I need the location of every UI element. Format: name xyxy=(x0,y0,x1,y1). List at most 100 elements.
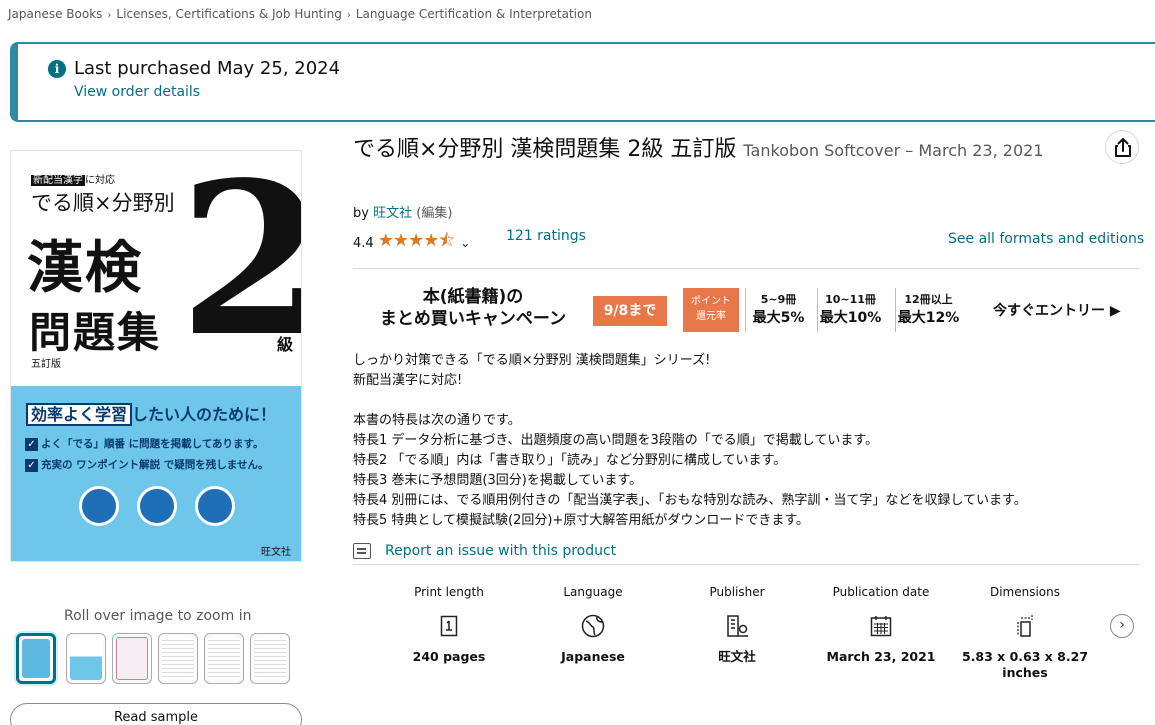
detail-publisher: Publisher 旺文社 xyxy=(665,585,809,665)
cover-title-line1: 漢検 xyxy=(27,235,143,301)
breadcrumb-separator-icon: › xyxy=(107,10,112,21)
cover-feature-1-text: よく「でる」順番 に問題を掲載してあります。 xyxy=(41,438,264,450)
cover-edition: 五訂版 xyxy=(31,359,61,370)
campaign-title-line1: 本(紙書籍)の xyxy=(422,287,524,307)
thumbnail-1[interactable] xyxy=(16,633,56,684)
tier-count: 10~11冊 xyxy=(825,293,876,306)
detail-label: Dimensions xyxy=(989,585,1061,599)
breadcrumb-separator-icon: › xyxy=(346,10,351,21)
book-icon xyxy=(195,486,235,526)
detail-label: Publication date xyxy=(832,585,930,599)
author-role: (編集) xyxy=(416,206,453,221)
tier-count: 5~9冊 xyxy=(760,293,797,306)
cover-banner: 効率よく学習 したい人のために！ xyxy=(26,401,277,426)
feedback-icon xyxy=(353,543,371,559)
share-button[interactable] xyxy=(1105,130,1139,164)
star-rating-icon: ★★★★⯪ xyxy=(377,230,456,251)
thumbnail-2[interactable] xyxy=(66,633,106,684)
cover-feature-2-text: 充実の ワンポイント解説 で疑問を残しません。 xyxy=(41,459,269,471)
cover-badge: 新配当漢字 に対応 xyxy=(31,171,115,186)
detail-publication-date: Publication date March 23, 2021 xyxy=(809,585,953,665)
thumbnail-image xyxy=(162,637,194,680)
detail-label: Publisher xyxy=(709,585,765,599)
detail-print-length: Print length 240 pages xyxy=(377,585,521,665)
campaign-until: 9/8まで xyxy=(593,296,667,326)
check-icon: ✓ xyxy=(25,459,38,472)
book-cover-image[interactable]: 新配当漢字に対応 でる順×分野別 漢検 問題集 五訂版 2 級 効率よく学習した… xyxy=(10,150,302,562)
download-icon xyxy=(79,486,119,526)
campaign-tier-2: 10~11冊 最大10% xyxy=(817,288,883,332)
cover-banner-box: 効率よく学習 xyxy=(26,403,133,426)
divider xyxy=(353,268,1139,269)
report-issue-link[interactable]: Report an issue with this product xyxy=(385,543,616,559)
report-issue[interactable]: Report an issue with this product xyxy=(353,543,616,559)
campaign-tier-3: 12冊以上最大12% xyxy=(895,288,961,332)
read-sample-button[interactable]: Read sample xyxy=(10,703,302,725)
tier-count: 12冊以上 xyxy=(904,293,953,306)
product-description: しっかり対策できる「でる順×分野別 漢検問題集」シリーズ! 新配当漢字に対応! … xyxy=(353,353,1027,528)
thumbnail-image xyxy=(208,637,240,680)
cover-publisher: 旺文社 xyxy=(261,547,291,558)
calendar-icon xyxy=(868,613,894,639)
thumbnail-image xyxy=(254,637,286,680)
thumbnail-image xyxy=(70,637,102,680)
thumbnail-image xyxy=(22,639,50,678)
product-format: Tankobon Softcover – March 23, 2021 xyxy=(743,141,1044,160)
share-icon xyxy=(1115,138,1131,157)
see-all-formats-link[interactable]: See all formats and editions xyxy=(948,231,1144,247)
building-icon xyxy=(724,613,750,639)
chevron-down-icon[interactable]: ⌄ xyxy=(460,236,470,250)
cover-banner-rest: したい人のために！ xyxy=(132,405,277,424)
cover-level-suffix: 級 xyxy=(277,335,294,354)
breadcrumb: Japanese Books › Licenses, Certifications … xyxy=(8,7,592,21)
thumbnail-6[interactable] xyxy=(250,633,290,684)
cover-badge-highlight: 新配当漢字 xyxy=(31,175,85,186)
campaign-point-line2: 還元率 xyxy=(696,311,726,322)
detail-value: March 23, 2021 xyxy=(826,649,936,664)
detail-value: Japanese xyxy=(561,649,625,664)
tier-rate: 最大12% xyxy=(897,310,960,326)
rating-value: 4.4 xyxy=(353,235,374,251)
campaign-tier-1: 5~9冊最大5% xyxy=(745,288,811,332)
purchase-alert: i Last purchased May 25, 2024 View order… xyxy=(10,42,1155,122)
author-link[interactable]: 旺文社 xyxy=(373,206,412,221)
breadcrumb-japanese-books[interactable]: Japanese Books xyxy=(8,7,102,21)
next-details-button[interactable]: › xyxy=(1110,614,1134,638)
detail-value: 5.83 x 0.63 x 8.27 inches xyxy=(961,649,1089,680)
pages-icon xyxy=(436,613,462,639)
campaign-banner[interactable]: 本(紙書籍)の まとめ買いキャンペーン 9/8まで ポイント還元率 5~9冊最大5… xyxy=(353,286,1139,336)
breadcrumb-licenses[interactable]: Licenses, Certifications & Job Hunting xyxy=(116,7,341,21)
thumbnail-image xyxy=(116,637,148,680)
detail-label: Language xyxy=(563,585,623,599)
detail-value: 240 pages xyxy=(412,649,486,664)
breadcrumb-language-certification[interactable]: Language Certification & Interpretation xyxy=(356,7,592,21)
ratings-count-link[interactable]: 121 ratings xyxy=(506,228,586,244)
tier-rate: 最大10% xyxy=(819,310,882,326)
info-icon: i xyxy=(48,60,66,78)
thumbnail-3[interactable] xyxy=(112,633,152,684)
campaign-point: ポイント 還元率 xyxy=(683,288,739,332)
rating-summary[interactable]: 4.4 ★★★★⯪ ⌄ xyxy=(353,228,470,258)
zoom-hint: Roll over image to zoom in xyxy=(64,608,252,624)
cover-badge-rest: に対応 xyxy=(85,175,115,186)
campaign-title-line2: まとめ買いキャンペーン xyxy=(379,309,567,329)
detail-value: 旺文社 xyxy=(718,649,756,664)
divider xyxy=(353,564,1139,565)
campaign-point-line1: ポイント xyxy=(691,296,731,307)
thumbnail-4[interactable] xyxy=(158,633,198,684)
view-order-details-link[interactable]: View order details xyxy=(74,84,200,100)
globe-icon xyxy=(580,613,606,639)
byline-by: by xyxy=(353,206,369,221)
cover-title-line2: 問題集 xyxy=(29,308,162,357)
product-title-text: でる順×分野別 漢検問題集 2級 五訂版 xyxy=(353,137,737,162)
chevron-right-icon: › xyxy=(1119,617,1125,633)
thumbnail-5[interactable] xyxy=(204,633,244,684)
cover-feature-2: ✓ 充実の ワンポイント解説 で疑問を残しません。 xyxy=(25,457,269,472)
check-icon: ✓ xyxy=(25,438,38,451)
detail-label: Print length xyxy=(414,585,484,599)
tier-rate: 最大5% xyxy=(752,310,805,326)
alert-title: Last purchased May 25, 2024 xyxy=(74,58,341,79)
product-title: でる順×分野別 漢検問題集 2級 五訂版 Tankobon Softcover … xyxy=(353,132,1073,169)
byline: by 旺文社 (編集) xyxy=(353,202,452,221)
campaign-entry-link[interactable]: 今すぐエントリー ▶ xyxy=(993,300,1121,320)
